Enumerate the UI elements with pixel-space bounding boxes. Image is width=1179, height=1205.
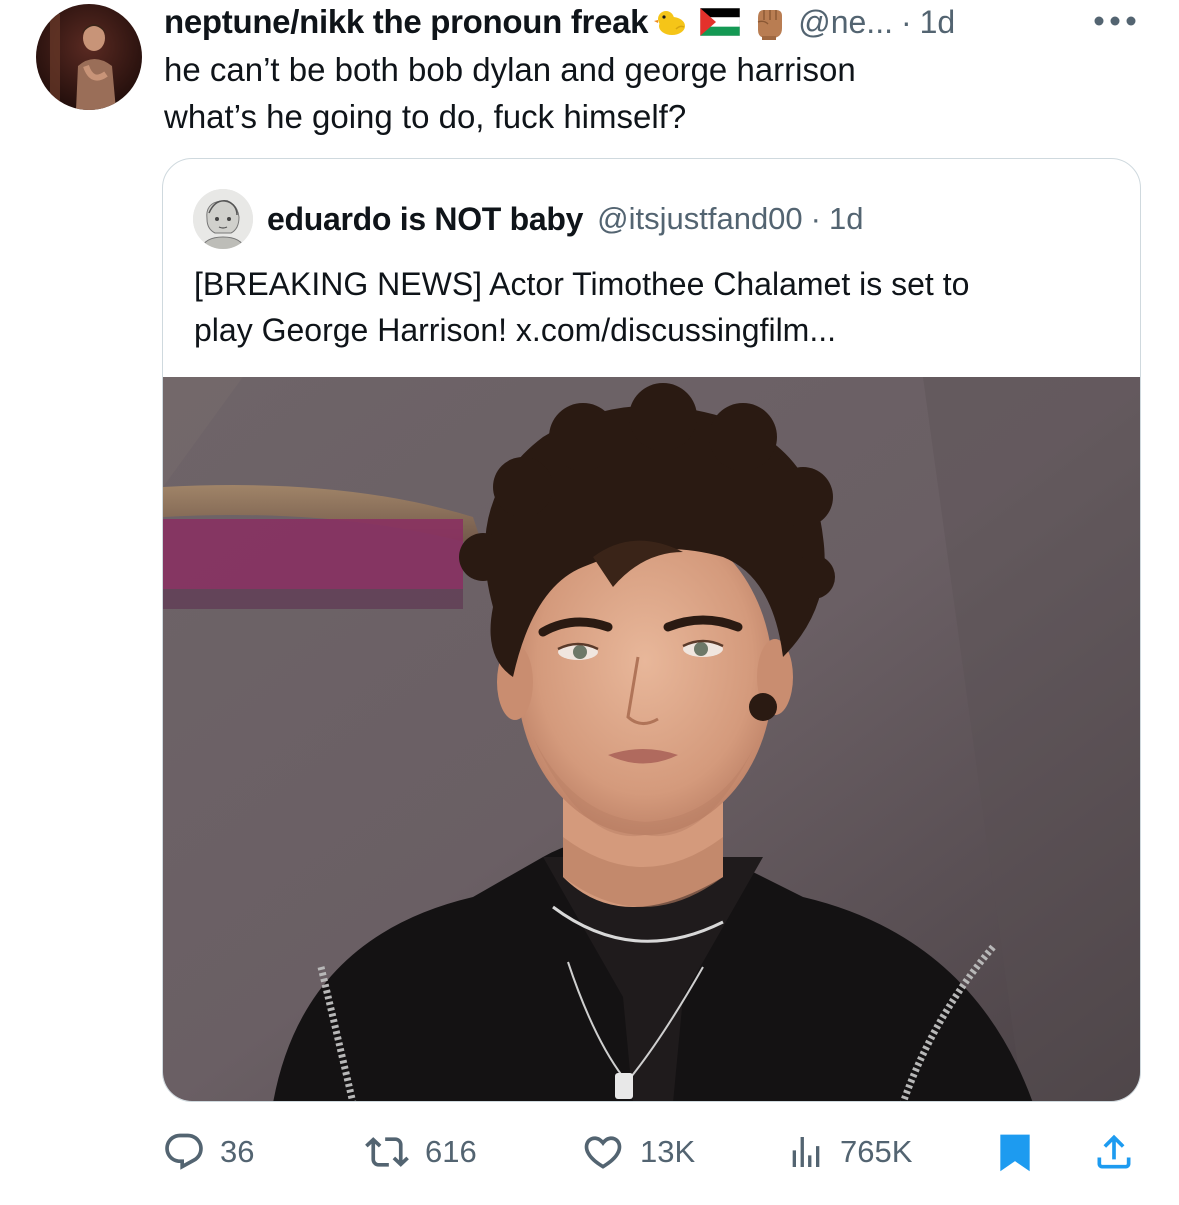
tweet-header: neptune/nikk the pronoun freak @ne... · … — [164, 0, 955, 44]
action-bar: 36 616 13K 765K — [0, 1128, 1179, 1176]
quote-text-line: play George Harrison! x.com/discussingfi… — [194, 312, 836, 348]
retweet-count: 616 — [425, 1134, 477, 1169]
share-icon — [1097, 1134, 1131, 1169]
reply-count: 36 — [220, 1134, 255, 1169]
quote-avatar[interactable] — [193, 189, 253, 249]
retweet-icon — [365, 1137, 409, 1167]
tweet-text-line: he can’t be both bob dylan and george ha… — [164, 51, 856, 88]
reply-button[interactable]: 36 — [162, 1128, 254, 1176]
quote-time[interactable]: 1d — [829, 201, 863, 237]
retweet-button[interactable]: 616 — [363, 1128, 477, 1176]
duck-icon — [654, 7, 688, 37]
share-button[interactable] — [1092, 1128, 1136, 1176]
tweet-text: he can’t be both bob dylan and george ha… — [164, 46, 1124, 140]
quote-photo[interactable] — [163, 377, 1140, 1101]
reply-icon — [165, 1133, 203, 1170]
quote-handle[interactable]: @itsjustfand00 — [597, 201, 803, 237]
separator-dot: · — [900, 3, 912, 40]
quote-text-line: [BREAKING NEWS] Actor Timothee Chalamet … — [194, 266, 970, 302]
like-count: 13K — [640, 1134, 696, 1169]
more-icon — [1094, 16, 1136, 26]
bookmark-button[interactable] — [993, 1128, 1037, 1176]
views-button[interactable]: 765K — [786, 1128, 912, 1176]
avatar[interactable] — [36, 4, 142, 110]
quote-header: eduardo is NOT baby @itsjustfand00 · 1d — [267, 197, 863, 241]
palestine-flag-icon — [700, 8, 741, 36]
quoted-tweet[interactable]: eduardo is NOT baby @itsjustfand00 · 1d … — [162, 158, 1141, 1102]
quote-text: [BREAKING NEWS] Actor Timothee Chalamet … — [194, 261, 1114, 353]
views-count: 765K — [840, 1134, 913, 1169]
tweet-handle[interactable]: @ne... — [798, 4, 893, 41]
bookmark-icon — [1000, 1134, 1030, 1172]
separator-dot: · — [810, 201, 821, 236]
display-name[interactable]: neptune/nikk the pronoun freak — [164, 3, 649, 41]
like-button[interactable]: 13K — [580, 1128, 695, 1176]
views-icon — [792, 1137, 820, 1167]
raised-fist-icon — [752, 4, 786, 40]
more-options-button[interactable] — [1090, 6, 1140, 36]
tweet-text-line: what’s he going to do, fuck himself? — [164, 98, 687, 135]
quote-display-name[interactable]: eduardo is NOT baby — [267, 201, 583, 238]
tweet-time[interactable]: 1d — [920, 4, 956, 41]
heart-icon — [584, 1136, 622, 1169]
